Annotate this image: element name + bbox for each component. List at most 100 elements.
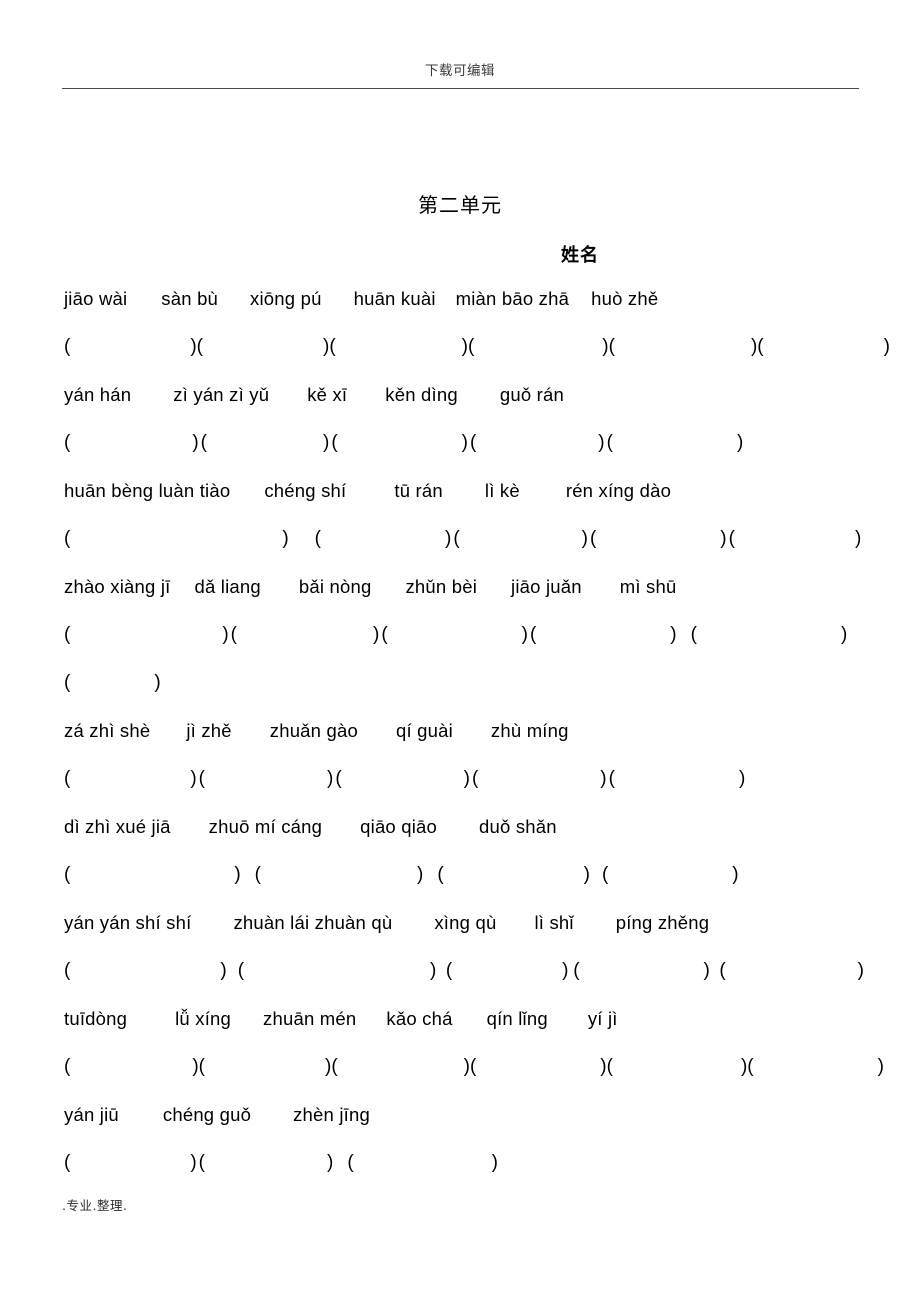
answer-blank[interactable]: () [446,960,569,982]
pinyin-word: zhèn jīng [293,1104,370,1125]
word-block: zhào xiàng jī dǎ liang bǎi nòng zhǔn bèi jiā… [64,576,864,720]
answer-blank[interactable]: () [64,1152,197,1174]
answer-blank[interactable]: () [602,864,739,886]
answer-blank[interactable]: () [729,528,862,550]
pinyin-word: bǎi nòng [298,576,372,597]
paren-open: ( [589,528,597,549]
pinyin-row: zá zhì shè jì zhě zhuǎn gào qí guài zhù míng [64,720,864,768]
answer-blank[interactable]: () [199,1152,334,1174]
answer-blank[interactable]: () [64,336,197,358]
pinyin-word: kě xī [307,384,348,405]
paren-close: ) [322,432,330,453]
paren-open: ( [601,864,609,885]
paren-open: ( [230,624,237,645]
answer-blank[interactable]: () [64,432,199,454]
paren-open: ( [64,336,71,357]
pinyin-word: guǒ rán [499,384,565,405]
pinyin-word: píng zhěng [615,912,710,933]
answer-blank[interactable]: () [472,768,607,790]
header-divider [62,88,859,89]
answer-blank[interactable]: () [64,864,241,886]
pinyin-row: yán jiū chéng guǒ zhèn jīng [64,1104,864,1152]
paren-open: ( [64,960,71,981]
pinyin-word: yán hán [64,384,132,405]
answer-blank[interactable]: () [757,336,890,358]
pinyin-word: qí guài [395,720,453,741]
answer-blank[interactable]: () [255,864,424,886]
paren-close: ) [736,432,744,453]
answer-blank[interactable]: () [607,432,744,454]
answer-blank[interactable]: () [747,1056,884,1078]
answer-blank[interactable]: () [335,768,470,790]
answer-blank[interactable]: () [315,528,452,550]
answer-blank[interactable]: () [691,624,848,646]
answer-blank[interactable]: () [64,960,227,982]
paren-open: ( [64,432,71,453]
paren-open: ( [64,1056,71,1077]
answer-row: ()()()()() [64,432,864,480]
pinyin-word: qiāo qiāo [360,816,438,837]
answer-row: ()()()()()() [64,1056,884,1104]
answer-blank[interactable]: () [453,528,588,550]
answer-row: () () () () [64,864,864,912]
paren-open: ( [335,768,342,789]
word-block: dì zhì xué jiā zhuō mí cáng qiāo qiāo duǒ s… [64,816,864,912]
answer-blank[interactable]: () [470,432,605,454]
answer-blank[interactable]: () [381,624,528,646]
answer-blank[interactable]: () [329,336,468,358]
answer-blank[interactable]: () [573,960,710,982]
answer-row: ()()()()()() [64,336,890,384]
answer-blank[interactable]: () [470,1056,607,1078]
paren-close: ) [461,432,468,453]
answer-row: ()()()()() [64,528,864,576]
answer-blank[interactable]: () [331,1056,470,1078]
paren-open: ( [608,336,615,357]
pinyin-word: huān bèng luàn tiào [64,480,231,501]
pinyin-word: yí jì [587,1008,618,1029]
answer-blank[interactable]: () [609,768,746,790]
answer-blank[interactable]: () [64,672,161,694]
answer-blank[interactable]: () [64,1056,199,1078]
page-header: 下载可编辑 [0,62,920,80]
answer-blank[interactable]: () [590,528,727,550]
answer-blank[interactable]: () [64,528,289,550]
answer-blank[interactable]: () [64,624,229,646]
answer-blank[interactable]: () [331,432,468,454]
answer-blank[interactable]: () [64,768,197,790]
paren-open: ( [381,624,388,645]
answer-blank[interactable]: () [201,432,330,454]
answer-blank[interactable]: () [609,336,758,358]
paren-open: ( [471,768,479,789]
worksheet-body: jiāo wài sàn bù xiōng pú huān kuài miàn bāo … [64,288,890,1200]
page-footer: .专业.整理. [62,1198,128,1213]
paren-open: ( [608,768,615,789]
answer-blank[interactable]: () [199,1056,332,1078]
answer-blank[interactable]: () [719,960,864,982]
answer-blank[interactable]: () [468,336,609,358]
pinyin-word: kǎo chá [386,1008,453,1029]
answer-blank[interactable]: () [437,864,590,886]
pinyin-row: yán yán shí shí zhuàn lái zhuàn qù xìng qù… [64,912,864,960]
answer-blank[interactable]: () [530,624,677,646]
paren-open: ( [196,336,203,357]
answer-blank[interactable]: () [197,336,330,358]
paren-close: ) [222,624,229,645]
answer-blank[interactable]: () [199,768,334,790]
paren-open: ( [347,1152,354,1173]
answer-blank[interactable]: () [238,960,437,982]
paren-close: ) [840,624,848,645]
answer-blank[interactable]: () [347,1152,498,1174]
pinyin-word: xìng qù [434,912,497,933]
pinyin-word: zhù míng [490,720,569,741]
paren-open: ( [198,1152,205,1173]
paren-open: ( [469,432,477,453]
paren-open: ( [437,864,444,885]
paren-close: ) [491,1152,498,1173]
paren-close: ) [562,960,569,981]
pinyin-word: mì shū [619,576,677,597]
answer-blank[interactable]: () [231,624,380,646]
answer-blank[interactable]: () [607,1056,748,1078]
paren-open: ( [445,960,453,981]
paren-close: ) [326,1152,334,1173]
paren-open: ( [757,336,764,357]
